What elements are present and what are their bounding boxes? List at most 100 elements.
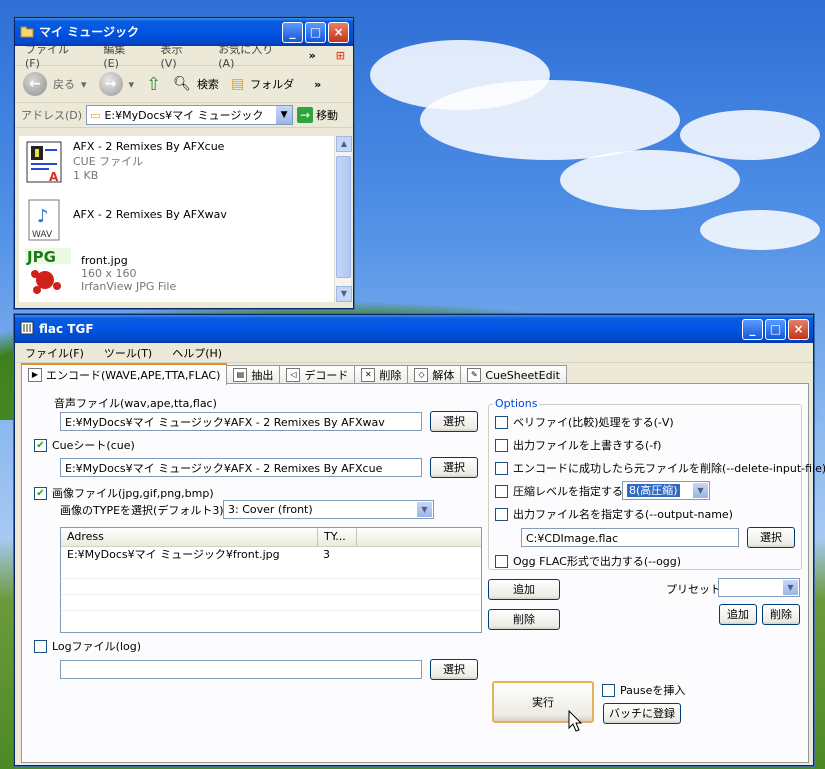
tab-encode[interactable]: ▶ エンコード(WAVE,APE,TTA,FLAC): [21, 363, 228, 385]
search-icon[interactable]: 🔍︎: [173, 76, 191, 92]
ogg-checkbox[interactable]: Ogg FLAC形式で出力する(--ogg): [495, 553, 681, 569]
tab-cuesheet-edit[interactable]: ✎ CueSheetEdit: [460, 365, 567, 384]
image-type-select[interactable]: 3: Cover (front) ▼: [223, 500, 434, 519]
preset-select[interactable]: ▼: [718, 578, 800, 597]
scroll-thumb[interactable]: [336, 156, 351, 278]
folder-icon: [20, 26, 34, 38]
options-legend: Options: [493, 397, 540, 410]
checkbox-box: [495, 415, 508, 429]
output-select-button[interactable]: 選択: [747, 527, 795, 548]
file-type: CUE ファイル: [73, 155, 144, 168]
file-name: AFX - 2 Remixes By AFXcue: [73, 140, 225, 153]
scroll-down-icon[interactable]: ▼: [336, 286, 352, 302]
tab-extract[interactable]: ▤ 抽出: [226, 365, 281, 384]
back-arrow-icon[interactable]: ←: [23, 72, 47, 96]
flac-titlebar[interactable]: flac TGF _ □ ×: [15, 315, 813, 343]
list-item[interactable]: ♪ WAV AFX - 2 Remixes By AFXwav: [25, 198, 227, 242]
table-row[interactable]: E:¥MyDocs¥マイ ミュージック¥front.jpg 3: [61, 547, 481, 563]
menu-more-chevron[interactable]: »: [305, 49, 320, 62]
explorer-menubar: ファイル(F) 編集(E) 表示(V) お気に入り(A) » ⊞: [15, 43, 353, 70]
compression-checkbox[interactable]: 圧縮レベルを指定する: [495, 483, 623, 499]
vertical-scrollbar[interactable]: ▲ ▼: [334, 136, 352, 302]
log-file-input[interactable]: [60, 660, 422, 679]
scroll-up-icon[interactable]: ▲: [336, 136, 352, 152]
image-checkbox-mark: ✔: [34, 486, 47, 500]
close-button[interactable]: ×: [328, 22, 349, 43]
search-button-label[interactable]: 検索: [197, 76, 219, 92]
cue-file-input[interactable]: E:¥MyDocs¥マイ ミュージック¥AFX - 2 Remixes By A…: [60, 458, 422, 477]
explorer-window: マイ ミュージック _ □ × ファイル(F) 編集(E) 表示(V) お気に入…: [14, 17, 354, 309]
back-dropdown-icon[interactable]: ▾: [81, 78, 87, 91]
chevron-down-icon[interactable]: ▼: [276, 106, 293, 124]
forward-arrow-icon[interactable]: →: [98, 72, 123, 96]
jpg-file-icon: JPG: [25, 248, 71, 294]
list-item[interactable]: JPG front.jpg 160 x 160 IrfanView JPG Fi…: [25, 248, 176, 296]
add-button[interactable]: 追加: [488, 579, 560, 600]
checkbox-box: [495, 554, 508, 568]
forward-dropdown-icon[interactable]: ▾: [129, 78, 135, 91]
go-button[interactable]: → 移動: [297, 107, 338, 123]
address-input[interactable]: ▭ E:¥MyDocs¥マイ ミュージック ▼: [86, 105, 294, 125]
toolbar-more-chevron[interactable]: »: [314, 78, 321, 91]
tab-decode[interactable]: ◁ デコード: [279, 365, 356, 384]
tab-dismantle[interactable]: ◇ 解体: [407, 365, 462, 384]
column-header-adress[interactable]: Adress: [61, 528, 318, 546]
verify-checkbox[interactable]: ベリファイ(比較)処理をする(-V): [495, 414, 674, 430]
menu-file[interactable]: ファイル(F): [21, 345, 88, 361]
image-list[interactable]: Adress TY... E:¥MyDocs¥マイ ミュージック¥front.j…: [60, 527, 482, 633]
compression-select[interactable]: 8(高圧縮) ▼: [622, 481, 710, 500]
chevron-down-icon[interactable]: ▼: [783, 580, 798, 595]
encode-icon: ▶: [28, 368, 42, 382]
audio-select-button[interactable]: 選択: [430, 411, 478, 432]
pause-checkbox[interactable]: Pauseを挿入: [602, 682, 685, 698]
output-name-label: 出力ファイル名を指定する(--output-name): [513, 508, 733, 521]
minimize-button[interactable]: _: [282, 22, 303, 43]
list-item[interactable]: A AFX - 2 Remixes By AFXcue CUE ファイル 1 K…: [25, 140, 224, 184]
chevron-down-icon[interactable]: ▼: [693, 483, 708, 498]
delete-button[interactable]: 削除: [488, 609, 560, 630]
image-type-label: 画像のTYPEを選択(デフォルト3): [60, 504, 224, 517]
folders-icon[interactable]: ▤: [231, 76, 244, 92]
log-checkbox[interactable]: Logファイル(log): [34, 638, 141, 654]
file-type: IrfanView JPG File: [81, 280, 177, 293]
back-button-label[interactable]: 戻る: [53, 76, 75, 92]
up-folder-icon[interactable]: ⇧: [146, 74, 161, 95]
delete-icon: ✕: [361, 368, 376, 382]
checkbox-box: [602, 683, 615, 697]
preset-add-button[interactable]: 追加: [719, 604, 757, 625]
delete-input-checkbox[interactable]: エンコードに成功したら元ファイルを削除(--delete-input-file): [495, 460, 825, 476]
tab-delete[interactable]: ✕ 削除: [354, 365, 409, 384]
cue-label: Cueシート(cue): [52, 439, 135, 452]
wav-icon-label: WAV: [32, 230, 53, 240]
log-select-button[interactable]: 選択: [430, 659, 478, 680]
file-size: 1 KB: [73, 169, 99, 182]
explorer-titlebar[interactable]: マイ ミュージック _ □ ×: [15, 18, 353, 46]
menu-tools[interactable]: ツール(T): [100, 345, 156, 361]
address-bar: アドレス(D) ▭ E:¥MyDocs¥マイ ミュージック ▼ → 移動: [15, 103, 353, 128]
address-folder-icon: ▭: [90, 108, 101, 122]
maximize-button[interactable]: □: [305, 22, 326, 43]
windows-logo-icon: ⊞: [335, 49, 345, 62]
tab-label: 解体: [432, 369, 455, 382]
app-icon: [20, 321, 34, 335]
cue-select-button[interactable]: 選択: [430, 457, 478, 478]
column-header-type[interactable]: TY...: [318, 528, 357, 546]
overwrite-checkbox[interactable]: 出力ファイルを上書きする(-f): [495, 437, 661, 453]
output-name-input[interactable]: C:¥CDImage.flac: [521, 528, 739, 547]
address-value: E:¥MyDocs¥マイ ミュージック: [104, 109, 264, 122]
minimize-button[interactable]: _: [742, 319, 763, 340]
close-button[interactable]: ×: [788, 319, 809, 340]
preset-delete-button[interactable]: 削除: [762, 604, 800, 625]
flac-title: flac TGF: [39, 322, 94, 336]
cue-checkbox[interactable]: ✔ Cueシート(cue): [34, 437, 135, 453]
folders-button-label[interactable]: フォルダ: [250, 76, 294, 92]
menu-help[interactable]: ヘルプ(H): [168, 345, 226, 361]
image-checkbox[interactable]: ✔ 画像ファイル(jpg,gif,png,bmp): [34, 485, 214, 501]
audio-file-input[interactable]: E:¥MyDocs¥マイ ミュージック¥AFX - 2 Remixes By A…: [60, 412, 422, 431]
options-group: Options ベリファイ(比較)処理をする(-V) 出力ファイルを上書きする(…: [488, 397, 825, 570]
chevron-down-icon[interactable]: ▼: [417, 502, 432, 517]
pause-label: Pauseを挿入: [620, 684, 686, 697]
batch-register-button[interactable]: バッチに登録: [603, 703, 681, 724]
maximize-button[interactable]: □: [765, 319, 786, 340]
output-name-checkbox[interactable]: 出力ファイル名を指定する(--output-name): [495, 506, 733, 522]
